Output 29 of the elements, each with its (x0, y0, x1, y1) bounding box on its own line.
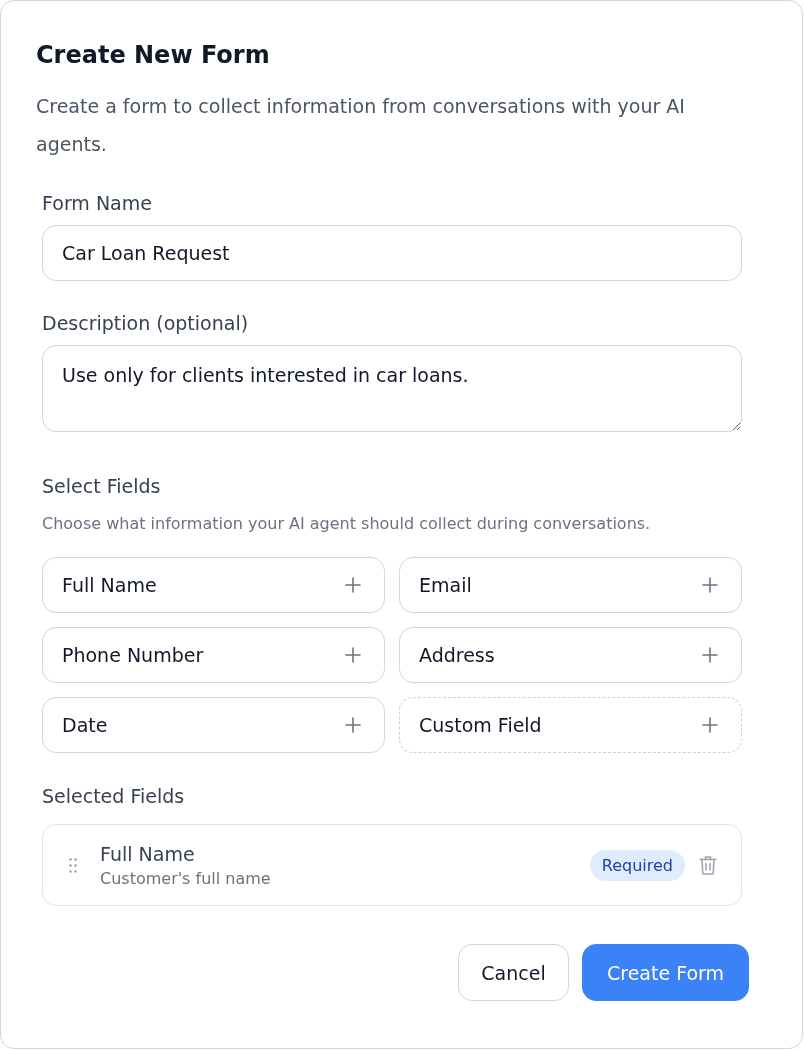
field-option[interactable]: Phone Number (42, 627, 385, 683)
description-label: Description (optional) (42, 311, 250, 336)
field-name: Full Name (100, 841, 196, 867)
selected-fields-heading: Selected Fields (42, 784, 186, 809)
field-option[interactable]: Date (42, 697, 385, 753)
plus-icon (345, 647, 361, 663)
field-option[interactable]: Email (399, 557, 742, 613)
trash-icon (699, 855, 717, 875)
drag-handle-icon[interactable] (69, 857, 77, 873)
field-option[interactable]: Full Name (42, 557, 385, 613)
plus-icon (702, 647, 718, 663)
cancel-button[interactable]: Cancel (458, 944, 569, 1001)
dialog-description: Create a form to collect information from conversations with your AI agents. (36, 94, 686, 157)
select-fields-hint: Choose what information your AI agent should collect during conversations. (42, 513, 652, 535)
create-form-button[interactable]: Create Form (582, 944, 749, 1001)
field-option[interactable]: Address (399, 627, 742, 683)
plus-icon (702, 717, 718, 733)
required-badge: Required (589, 849, 685, 881)
form-name-field[interactable]: Car Loan Request (42, 225, 742, 281)
field-description: Customer's full name (100, 867, 272, 890)
custom-field-option[interactable]: Custom Field (399, 697, 742, 753)
delete-button[interactable] (699, 855, 717, 875)
plus-icon (702, 577, 718, 593)
plus-icon (345, 717, 361, 733)
select-fields-heading: Select Fields (42, 474, 162, 499)
form-name-label: Form Name (42, 191, 153, 216)
description-field[interactable]: Use only for clients interested in car loans. (42, 345, 742, 432)
dialog-title: Create New Form (36, 40, 271, 71)
plus-icon (345, 577, 361, 593)
